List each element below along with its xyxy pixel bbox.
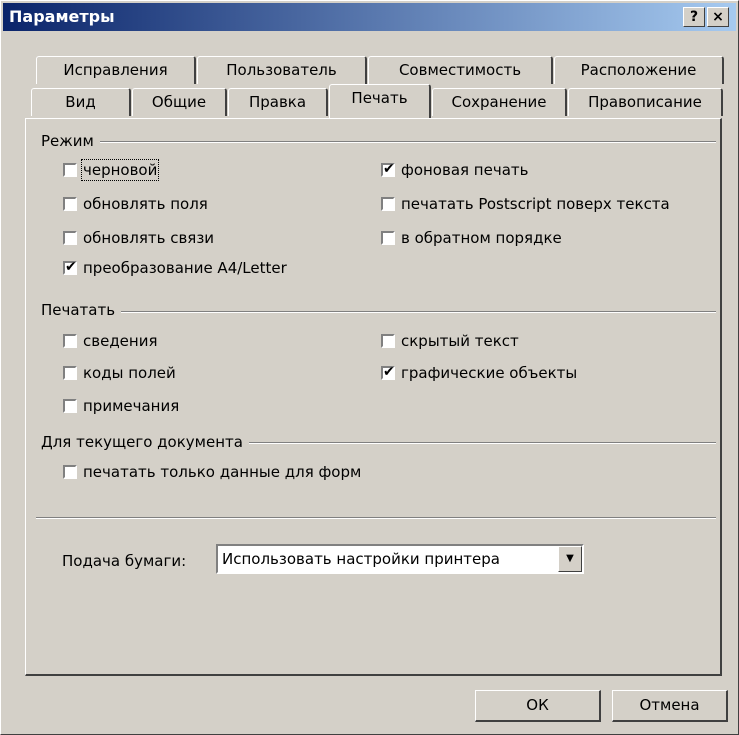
checkbox-box[interactable] xyxy=(63,399,77,413)
checkbox-box[interactable]: ✔ xyxy=(381,364,395,380)
checkbox-box[interactable] xyxy=(63,334,77,348)
options-dialog: Параметры ? × Исправления Пользователь С… xyxy=(0,0,739,735)
tab-view[interactable]: Вид xyxy=(31,88,131,116)
checkbox-box[interactable] xyxy=(63,163,77,177)
checkbox-box[interactable]: ✔ xyxy=(63,259,77,275)
checkbox-box[interactable]: ✔ xyxy=(381,161,395,177)
tab-corrections[interactable]: Исправления xyxy=(36,56,196,84)
draft-label: черновой xyxy=(80,159,160,181)
background-print-checkbox[interactable]: ✔ фоновая печать xyxy=(381,161,528,179)
check-mark-icon: ✔ xyxy=(383,161,395,177)
mode-group-label: Режим xyxy=(41,132,100,150)
print-group-label: Печатать xyxy=(41,301,122,319)
form-data-checkbox[interactable]: печатать только данные для форм xyxy=(63,463,361,481)
ok-button[interactable]: ОК xyxy=(475,690,601,722)
checkbox-box[interactable] xyxy=(381,334,395,348)
paper-source-label: Подача бумаги: xyxy=(62,552,187,570)
doc-group-label: Для текущего документа xyxy=(41,433,249,451)
update-fields-checkbox[interactable]: обновлять поля xyxy=(63,195,208,213)
close-button[interactable]: × xyxy=(707,7,729,27)
dropdown-arrow-icon[interactable]: ▼ xyxy=(558,546,582,572)
title-bar[interactable]: Параметры ? × xyxy=(3,3,736,31)
paper-source-select[interactable]: Использовать настройки принтера ▼ xyxy=(216,544,584,574)
tab-compatibility[interactable]: Совместимость xyxy=(368,56,553,84)
checkbox-box[interactable] xyxy=(381,231,395,245)
form-data-label: печатать только данные для форм xyxy=(83,463,362,481)
field-codes-checkbox[interactable]: коды полей xyxy=(63,364,176,382)
check-mark-icon: ✔ xyxy=(383,364,395,380)
update-links-label: обновлять связи xyxy=(83,229,215,247)
print-group-line xyxy=(41,311,716,313)
comments-label: примечания xyxy=(83,397,180,415)
help-button[interactable]: ? xyxy=(683,7,705,27)
checkbox-box[interactable] xyxy=(381,197,395,211)
a4-letter-label: преобразование A4/Letter xyxy=(83,259,287,277)
cancel-button[interactable]: Отмена xyxy=(612,690,728,722)
postscript-checkbox[interactable]: печатать Postscript поверх текста xyxy=(381,195,670,213)
separator xyxy=(36,517,716,519)
check-mark-icon: ✔ xyxy=(65,259,77,275)
background-print-label: фоновая печать xyxy=(401,161,529,179)
tab-layout[interactable]: Расположение xyxy=(554,56,724,84)
window-title: Параметры xyxy=(9,7,115,26)
a4-letter-checkbox[interactable]: ✔ преобразование A4/Letter xyxy=(63,259,287,277)
hidden-text-label: скрытый текст xyxy=(401,332,519,350)
reverse-order-checkbox[interactable]: в обратном порядке xyxy=(381,229,562,247)
mode-group-line xyxy=(41,141,716,143)
checkbox-box[interactable] xyxy=(63,465,77,479)
tab-edit[interactable]: Правка xyxy=(228,88,328,116)
postscript-label: печатать Postscript поверх текста xyxy=(401,195,670,213)
draft-checkbox[interactable]: черновой xyxy=(63,159,160,181)
tab-print[interactable]: Печать xyxy=(329,84,431,118)
checkbox-box[interactable] xyxy=(63,197,77,211)
summary-checkbox[interactable]: сведения xyxy=(63,332,158,350)
drawing-objects-label: графические объекты xyxy=(401,364,578,382)
reverse-order-label: в обратном порядке xyxy=(401,229,562,247)
update-fields-label: обновлять поля xyxy=(83,195,208,213)
checkbox-box[interactable] xyxy=(63,366,77,380)
tab-user[interactable]: Пользователь xyxy=(197,56,367,84)
tab-save[interactable]: Сохранение xyxy=(432,88,567,116)
tab-general[interactable]: Общие xyxy=(132,88,227,116)
hidden-text-checkbox[interactable]: скрытый текст xyxy=(381,332,519,350)
tab-spelling[interactable]: Правописание xyxy=(568,88,723,116)
summary-label: сведения xyxy=(83,332,158,350)
drawing-objects-checkbox[interactable]: ✔ графические объекты xyxy=(381,364,577,382)
field-codes-label: коды полей xyxy=(83,364,176,382)
comments-checkbox[interactable]: примечания xyxy=(63,397,179,415)
update-links-checkbox[interactable]: обновлять связи xyxy=(63,229,214,247)
paper-source-value: Использовать настройки принтера xyxy=(222,550,500,568)
checkbox-box[interactable] xyxy=(63,231,77,245)
